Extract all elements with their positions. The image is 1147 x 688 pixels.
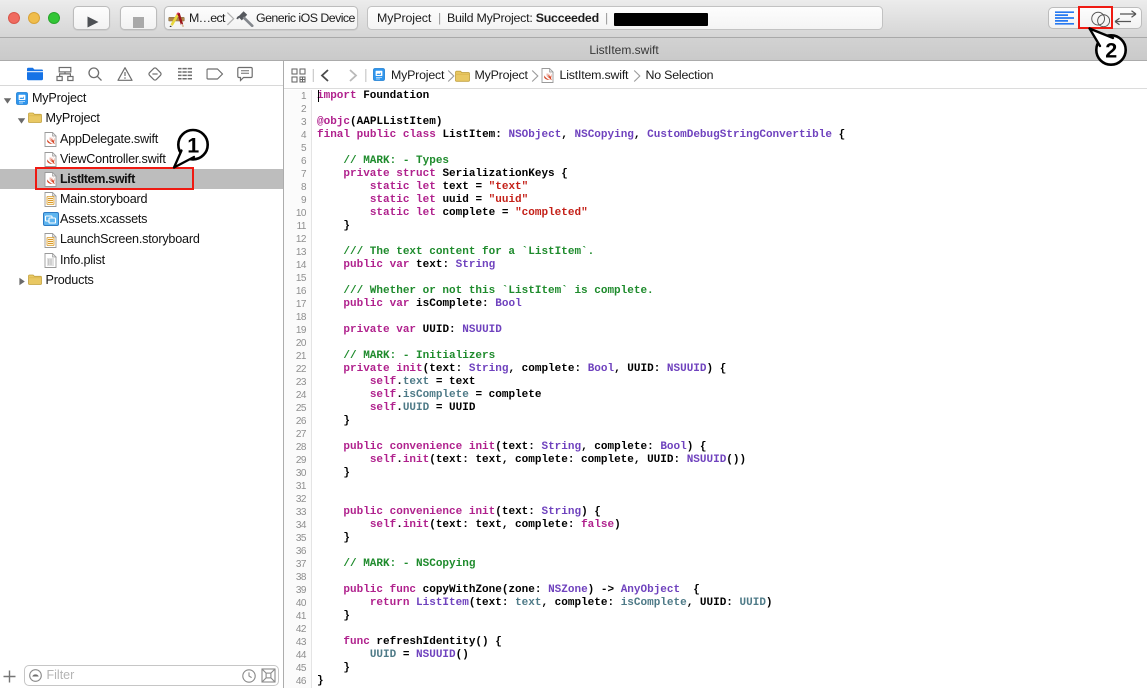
svg-text:2: 2 — [1105, 39, 1117, 63]
svg-text:1: 1 — [187, 133, 199, 157]
